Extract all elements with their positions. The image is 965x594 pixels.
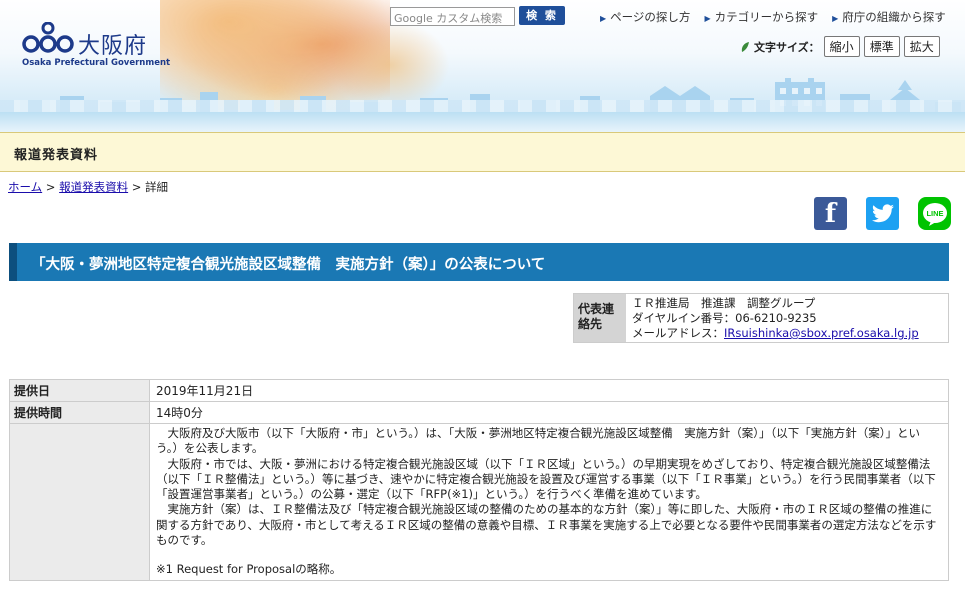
logo-text-jp: 大阪府 xyxy=(78,34,148,59)
font-size-label: 文字サイズ： xyxy=(754,40,820,54)
body-paragraph: 大阪府及び大阪市（以下「大阪府・市」という。）は、「大阪・夢洲地区特定複合観光施… xyxy=(156,426,921,456)
table-row: 提供時間 14時0分 xyxy=(9,401,949,424)
breadcrumb: ホーム > 報道発表資料 > 詳細 xyxy=(8,179,168,195)
contact-email-link[interactable]: IRsuishinka@sbox.pref.osaka.lg.jp xyxy=(724,326,919,340)
breadcrumb-separator: > xyxy=(42,180,60,194)
contact-box: 代表連絡先 ＩＲ推進局 推進課 調整グループ ダイヤルイン番号：06-6210-… xyxy=(573,293,949,343)
breadcrumb-current: 詳細 xyxy=(145,180,169,194)
date-label: 提供日 xyxy=(9,379,150,402)
breadcrumb-separator: > xyxy=(128,180,146,194)
contact-email-label: メールアドレス： xyxy=(632,326,724,340)
time-value: 14時0分 xyxy=(149,401,949,424)
body-paragraph: 実施方針（案）は、ＩＲ整備法及び「特定複合観光施設区域の整備のための基本的な方針… xyxy=(156,502,937,548)
leaf-icon xyxy=(741,41,749,52)
twitter-icon xyxy=(871,203,894,222)
font-size-controls: 文字サイズ： 縮小 標準 拡大 xyxy=(740,36,940,57)
header-links: ▶ ページの探し方 ▶ カテゴリーから探す ▶ 府庁の組織から探す xyxy=(600,9,946,25)
arrow-right-icon: ▶ xyxy=(600,14,607,23)
body-paragraph: 大阪府・市では、大阪・夢洲における特定複合観光施設区域（以下「ＩＲ区域」という。… xyxy=(156,456,936,502)
link-organization[interactable]: ▶ 府庁の組織から探す xyxy=(832,9,946,25)
body-content: 大阪府及び大阪市（以下「大阪府・市」という。）は、「大阪・夢洲地区特定複合観光施… xyxy=(149,423,949,581)
breadcrumb-home-link[interactable]: ホーム xyxy=(8,180,42,194)
contact-department: ＩＲ推進局 推進課 調整グループ xyxy=(632,296,816,310)
site-logo[interactable]: 大阪府 Osaka Prefectural Government xyxy=(22,22,170,72)
line-share-button[interactable]: LINE xyxy=(918,197,951,230)
line-icon-label: LINE xyxy=(926,209,943,218)
search-button[interactable]: 検 索 xyxy=(519,6,565,25)
link-page-search[interactable]: ▶ ページの探し方 xyxy=(600,9,690,25)
font-size-large-button[interactable]: 拡大 xyxy=(903,36,940,57)
site-header: 大阪府 Osaka Prefectural Government Google … xyxy=(0,0,965,132)
twitter-share-button[interactable] xyxy=(866,197,899,230)
link-label: ページの探し方 xyxy=(610,10,691,24)
section-title: 報道発表資料 xyxy=(14,148,99,163)
arrow-right-icon: ▶ xyxy=(832,14,839,23)
table-row: 提供日 2019年11月21日 xyxy=(9,379,949,402)
logo-text-en: Osaka Prefectural Government xyxy=(22,58,171,68)
search-input[interactable]: Google カスタム検索 xyxy=(390,7,515,26)
line-icon: LINE xyxy=(922,202,947,226)
contact-email-line: メールアドレス：IRsuishinka@sbox.pref.osaka.lg.j… xyxy=(632,326,919,341)
article-title-bar: 「大阪・夢洲地区特定複合観光施設区域整備 実施方針（案）」の公表について xyxy=(9,243,949,281)
facebook-icon: f xyxy=(824,198,837,229)
facebook-share-button[interactable]: f xyxy=(814,197,847,230)
osaka-logo-icon xyxy=(22,22,74,53)
contact-label: 代表連絡先 xyxy=(574,294,626,342)
footnote: ※1 Request for Proposalの略称。 xyxy=(156,562,342,577)
link-label: カテゴリーから探す xyxy=(714,10,819,24)
font-size-normal-button[interactable]: 標準 xyxy=(863,36,900,57)
time-label: 提供時間 xyxy=(9,401,150,424)
section-header-bar: 報道発表資料 xyxy=(0,132,965,172)
breadcrumb-press-link[interactable]: 報道発表資料 xyxy=(59,180,128,194)
date-value: 2019年11月21日 xyxy=(149,379,949,402)
article-title: 「大阪・夢洲地区特定複合観光施設区域整備 実施方針（案）」の公表について xyxy=(31,257,546,273)
table-row: 大阪府及び大阪市（以下「大阪府・市」という。）は、「大阪・夢洲地区特定複合観光施… xyxy=(9,423,949,581)
body-label xyxy=(9,423,150,581)
link-category[interactable]: ▶ カテゴリーから探す xyxy=(704,9,818,25)
font-size-small-button[interactable]: 縮小 xyxy=(823,36,860,57)
arrow-right-icon: ▶ xyxy=(704,14,711,23)
contact-phone: ダイヤルイン番号：06-6210-9235 xyxy=(632,311,817,325)
header-wave-decoration-2 xyxy=(0,112,965,132)
contact-details: ＩＲ推進局 推進課 調整グループ ダイヤルイン番号：06-6210-9235 メ… xyxy=(626,294,925,342)
link-label: 府庁の組織から探す xyxy=(842,10,946,24)
info-table: 提供日 2019年11月21日 提供時間 14時0分 大阪府及び大阪市（以下「大… xyxy=(9,379,949,581)
